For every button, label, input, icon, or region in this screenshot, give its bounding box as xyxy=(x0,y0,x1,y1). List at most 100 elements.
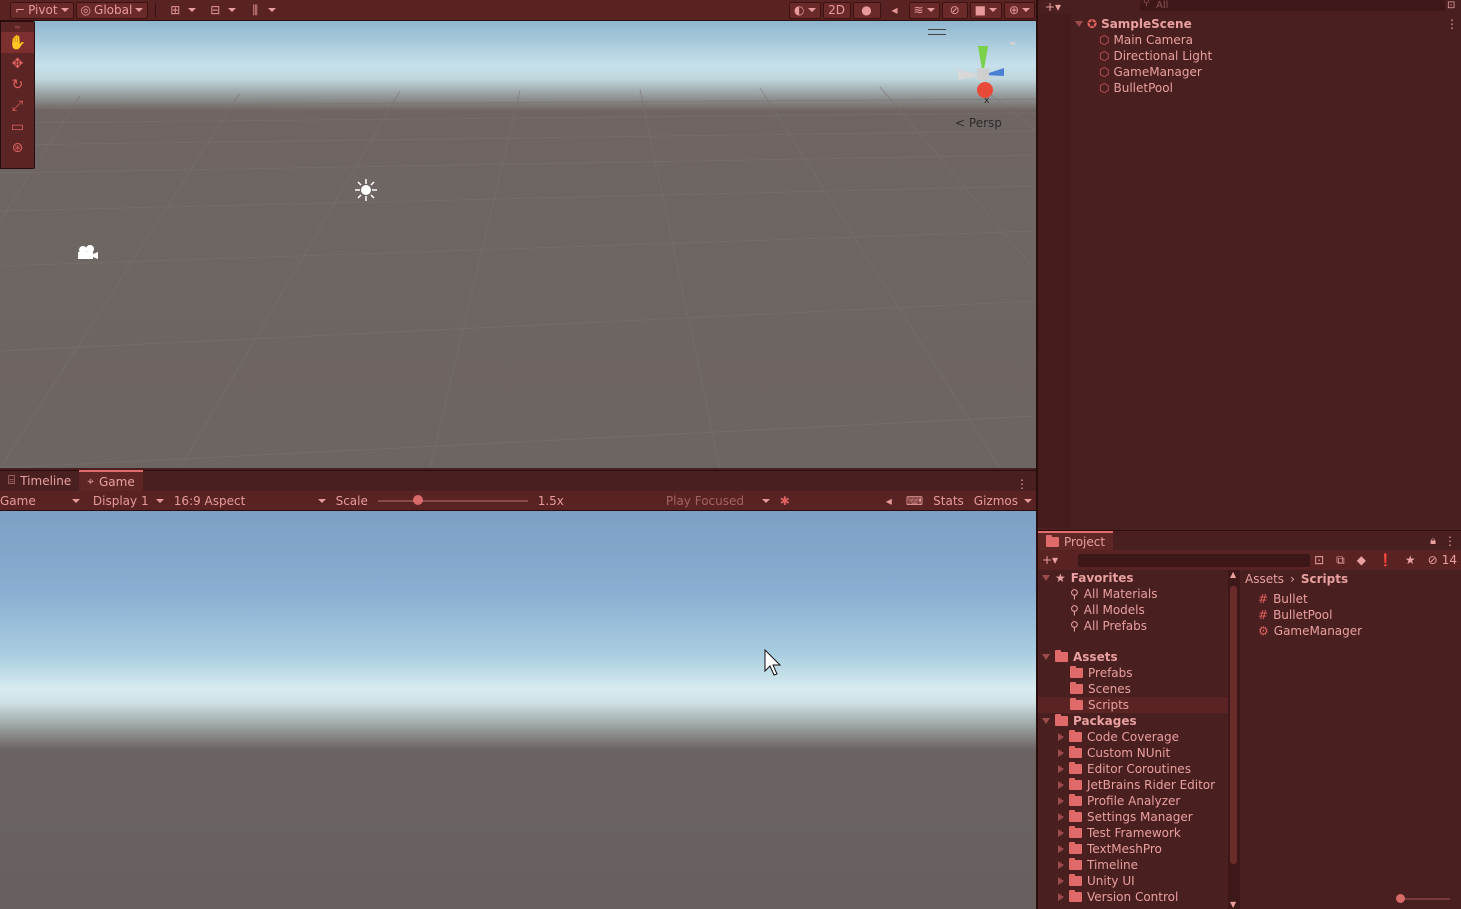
asset-item[interactable]: # BulletPool xyxy=(1258,607,1332,623)
project-search-input[interactable] xyxy=(1078,553,1311,567)
stats-button[interactable]: Stats xyxy=(933,494,964,508)
lock-icon[interactable]: 🔒︎ xyxy=(1430,534,1436,548)
camera-dropdown[interactable]: ■ xyxy=(969,1,1002,19)
camera-gizmo-icon[interactable] xyxy=(75,243,99,263)
folder-item-selected[interactable]: Scripts xyxy=(1038,697,1228,713)
package-item[interactable]: Custom NUnit xyxy=(1058,745,1170,761)
hidden-packages-icon[interactable]: ⊘ xyxy=(1428,553,1438,567)
breadcrumb-current[interactable]: Scripts xyxy=(1301,572,1348,586)
package-item[interactable]: Test Framework xyxy=(1058,825,1181,841)
scale-tool-icon[interactable]: ⤢ xyxy=(1,95,34,116)
package-item[interactable]: Timeline xyxy=(1058,857,1138,873)
keyboard-icon[interactable]: ⌨ xyxy=(906,494,923,508)
tab-game[interactable]: ⌖ Game xyxy=(79,470,143,491)
2d-toggle-button[interactable]: 2D xyxy=(822,1,851,19)
tab-project[interactable]: Project xyxy=(1038,530,1114,551)
hierarchy-item[interactable]: ⬡ BulletPool xyxy=(1099,80,1173,96)
chevron-down-icon[interactable] xyxy=(268,8,277,12)
hierarchy-search-input[interactable]: All xyxy=(1140,0,1445,11)
error-icon[interactable]: ❗ xyxy=(1378,553,1393,567)
transform-tool-icon[interactable]: ⊛ xyxy=(1,137,34,158)
scene-visibility-icon[interactable]: ⊡ xyxy=(1447,0,1455,11)
expand-triangle-icon[interactable] xyxy=(1058,861,1064,869)
favorite-item[interactable]: ⚲ All Prefabs xyxy=(1070,618,1147,634)
package-item[interactable]: Settings Manager xyxy=(1058,809,1193,825)
directional-light-icon[interactable] xyxy=(354,178,378,202)
star-icon[interactable]: ★ xyxy=(1405,553,1416,567)
asset-item[interactable]: ⚙ GameManager xyxy=(1258,623,1362,639)
asset-item[interactable]: # Bullet xyxy=(1258,591,1308,607)
package-item[interactable]: TextMeshPro xyxy=(1058,841,1162,857)
hierarchy-item[interactable]: ⬡ GameManager xyxy=(1099,64,1202,80)
perspective-label[interactable]: < Persp xyxy=(955,116,1002,130)
more-options-icon[interactable]: ⋮ xyxy=(1444,534,1456,548)
scrollbar-thumb[interactable] xyxy=(1230,586,1237,864)
folder-item[interactable]: Prefabs xyxy=(1070,665,1133,681)
favorite-item[interactable]: ⚲ All Materials xyxy=(1070,586,1158,602)
expand-triangle-icon[interactable] xyxy=(1042,718,1050,724)
icon-size-slider[interactable] xyxy=(1396,894,1450,903)
folder-item[interactable]: Scenes xyxy=(1070,681,1131,697)
shading-mode-dropdown[interactable]: ◐ xyxy=(789,1,821,19)
scroll-up-icon[interactable]: ▲ xyxy=(1230,570,1236,579)
grid-snap-icon[interactable]: ⊞ xyxy=(162,2,188,19)
favorite-item[interactable]: ⚲ All Models xyxy=(1070,602,1145,618)
display-select[interactable]: Display 1 xyxy=(84,491,168,511)
expand-triangle-icon[interactable] xyxy=(1058,749,1064,757)
increment-snap-icon[interactable]: ⊟ xyxy=(202,2,228,19)
add-icon[interactable]: +▾ xyxy=(1045,0,1061,14)
breadcrumb-root[interactable]: Assets xyxy=(1245,572,1284,586)
aspect-select[interactable]: 16:9 Aspect xyxy=(168,491,330,511)
game-view[interactable] xyxy=(0,511,1036,909)
chevron-down-icon[interactable] xyxy=(228,8,237,12)
gizmos-select[interactable]: Gizmos xyxy=(974,491,1036,511)
scene-overlay-menu-icon[interactable] xyxy=(928,29,946,35)
assets-header[interactable]: Assets xyxy=(1042,649,1118,665)
package-item[interactable]: Profile Analyzer xyxy=(1058,793,1180,809)
tab-timeline[interactable]: ⌸ Timeline xyxy=(0,470,79,491)
visibility-toggle-button[interactable]: ⊘ xyxy=(941,1,968,19)
more-options-icon[interactable]: ⋮ xyxy=(1016,477,1028,491)
packages-header[interactable]: Packages xyxy=(1042,713,1137,729)
play-focused-select[interactable]: Play Focused xyxy=(666,491,774,511)
more-options-icon[interactable]: ⋮ xyxy=(1446,17,1458,31)
audio-mute-icon[interactable]: ◂ xyxy=(882,2,908,19)
filter-by-label-icon[interactable]: ◆ xyxy=(1357,553,1366,567)
pivot-dropdown[interactable]: ⌐ Pivot xyxy=(10,1,74,19)
chevron-down-icon[interactable] xyxy=(188,8,197,12)
hierarchy-scene-row[interactable]: ✪ SampleScene xyxy=(1075,16,1192,32)
add-icon[interactable]: +▾ xyxy=(1042,553,1058,567)
hand-tool-icon[interactable]: ✋ xyxy=(1,32,34,53)
expand-triangle-icon[interactable] xyxy=(1058,765,1064,773)
view-select[interactable]: Game xyxy=(0,491,84,511)
package-item[interactable]: JetBrains Rider Editor xyxy=(1058,777,1215,793)
package-item[interactable]: Version Control xyxy=(1058,889,1178,905)
scale-slider-handle[interactable] xyxy=(412,494,423,505)
search-by-type-icon[interactable]: ⊡ xyxy=(1314,553,1324,567)
package-item[interactable]: Code Coverage xyxy=(1058,729,1179,745)
expand-triangle-icon[interactable] xyxy=(1058,829,1064,837)
scale-slider[interactable] xyxy=(377,494,528,505)
scene-view[interactable] xyxy=(0,21,1036,468)
filter-by-type-icon[interactable]: ⧉ xyxy=(1336,553,1345,568)
rotate-tool-icon[interactable]: ↻ xyxy=(1,74,34,95)
rect-tool-icon[interactable]: ▭ xyxy=(1,116,34,137)
expand-triangle-icon[interactable] xyxy=(1058,845,1064,853)
expand-triangle-icon[interactable] xyxy=(1058,893,1064,901)
drag-handle-icon[interactable]: ═ xyxy=(1,22,34,32)
expand-triangle-icon[interactable] xyxy=(1042,654,1050,660)
orientation-gizmo[interactable] xyxy=(948,40,1018,110)
bug-icon[interactable]: ✱ xyxy=(780,494,790,508)
gizmos-dropdown[interactable]: ⊕ xyxy=(1003,1,1035,19)
package-item[interactable]: Unity UI xyxy=(1058,873,1135,889)
hierarchy-item[interactable]: ⬡ Directional Light xyxy=(1099,48,1212,64)
expand-triangle-icon[interactable] xyxy=(1058,781,1064,789)
hierarchy-item[interactable]: ⬡ Main Camera xyxy=(1099,32,1193,48)
scroll-down-icon[interactable]: ▼ xyxy=(1230,900,1236,909)
expand-triangle-icon[interactable] xyxy=(1058,877,1064,885)
expand-triangle-icon[interactable] xyxy=(1042,575,1050,581)
folder-tree-scrollbar[interactable]: ▲ ▼ xyxy=(1228,570,1240,909)
move-tool-icon[interactable]: ✥ xyxy=(1,53,34,74)
global-dropdown[interactable]: ◎ Global xyxy=(75,1,149,19)
package-item[interactable]: Editor Coroutines xyxy=(1058,761,1191,777)
